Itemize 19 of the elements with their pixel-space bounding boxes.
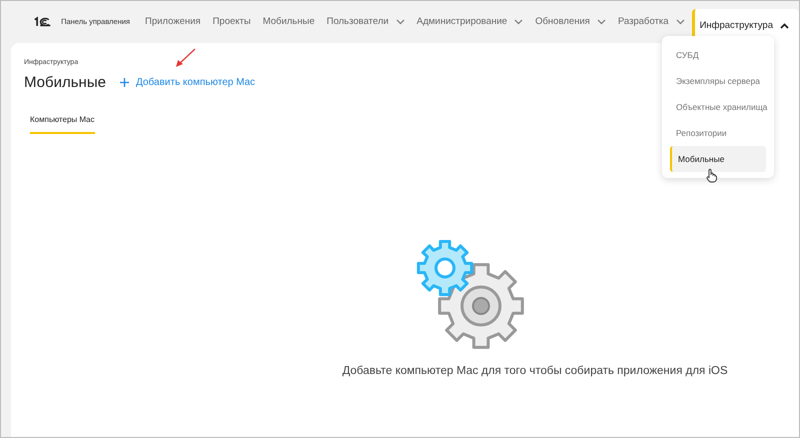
nav-item[interactable]: Администрирование: [412, 9, 528, 35]
logo-icon: [34, 16, 52, 28]
nav-item[interactable]: Мобильные: [258, 9, 320, 35]
menu-item[interactable]: Экземпляры сервера: [670, 68, 766, 94]
nav-item[interactable]: Пользователи: [322, 9, 410, 35]
nav-item[interactable]: Обновления: [530, 9, 611, 35]
nav-item[interactable]: Разработка: [612, 9, 690, 35]
annotation-arrow: [175, 48, 197, 68]
plus-icon: [120, 78, 129, 88]
menu-item[interactable]: Мобильные: [670, 146, 766, 172]
add-mac-button[interactable]: Добавить компьютер Mac: [120, 75, 256, 90]
menu-item[interactable]: СУБД: [670, 42, 766, 68]
empty-state-message: Добавьте компьютер Mac для того чтобы собирать приложения для iOS: [342, 364, 728, 379]
tab[interactable]: Компьютеры Mac: [30, 114, 94, 134]
menu-item[interactable]: Репозитории: [670, 120, 766, 146]
menu-item[interactable]: Объектные хранилища: [670, 94, 766, 120]
nav-item[interactable]: Проекты: [208, 9, 256, 35]
nav-item[interactable]: Приложения: [140, 9, 206, 35]
page-title: Мобильные: [24, 72, 106, 92]
